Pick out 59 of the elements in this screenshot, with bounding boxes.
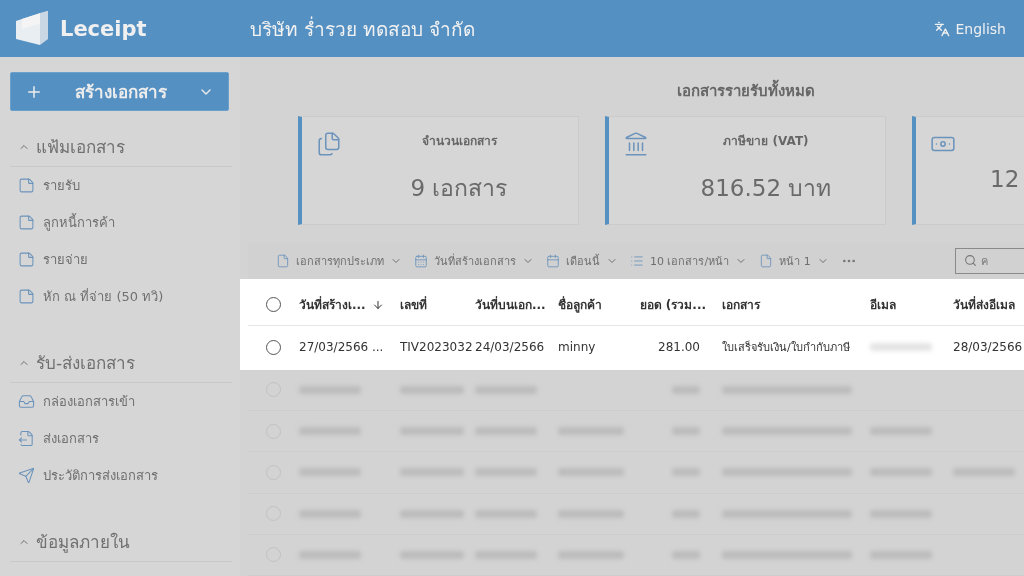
table-cell-text: 281.00: [657, 340, 701, 355]
sidebar-item[interactable]: หัก ณ ที่จ่าย (50 ทวิ): [10, 278, 164, 315]
note-icon: [18, 251, 35, 268]
calendar-icon: [414, 253, 428, 268]
logo-text: Leceipt: [60, 16, 147, 41]
list-icon: [630, 253, 644, 268]
column-header[interactable]: เอกสาร: [710, 295, 870, 315]
table-cell: 28/03/2566: [953, 340, 1024, 355]
section-header[interactable]: แฟ้มเอกสาร: [10, 133, 232, 167]
sidebar-item[interactable]: รายจ่าย: [10, 241, 88, 278]
sidebar-item[interactable]: ส่งเอกสาร: [10, 420, 99, 457]
file-out-icon: [18, 430, 35, 447]
search-placeholder: ค: [981, 253, 988, 270]
send-icon: [18, 467, 35, 484]
note-icon: [18, 214, 35, 231]
calendar-icon: [546, 253, 560, 268]
document-icon: [759, 253, 774, 268]
summary-title: เอกสารรายรับทั้งหมด: [298, 79, 1024, 103]
language-icon: [934, 20, 951, 37]
column-header[interactable]: อีเมล: [870, 295, 953, 315]
sidebar-item[interactable]: กล่องเอกสารเข้า: [10, 383, 135, 420]
document-icon: [276, 253, 290, 268]
sidebar-item[interactable]: รายรับ: [10, 167, 80, 204]
column-header[interactable]: ชื่อลูกค้า: [558, 295, 628, 315]
card-label: ภาษีขาย (VAT): [723, 133, 809, 150]
files-icon: [316, 131, 342, 157]
table-cell-text: minny: [558, 340, 597, 355]
table-cell-text: TIV2023032: [400, 340, 474, 355]
sort-arrow-icon: [371, 298, 384, 311]
table-cell-text: ใบเสร็จรับเงิน/ใบกำกับภาษี: [721, 339, 851, 357]
filter-dropdown[interactable]: วันที่สร้างเอกสาร: [414, 251, 534, 270]
search-icon: [964, 254, 977, 268]
bank-icon: [623, 131, 649, 157]
filter-dropdown[interactable]: เอกสารทุกประเภท: [276, 251, 402, 270]
note-icon: [18, 177, 35, 194]
section-header[interactable]: รับ-ส่งเอกสาร: [10, 349, 232, 383]
card-value: 12: [990, 166, 1020, 192]
sidebar-item[interactable]: ประวัติการส่งเอกสาร: [10, 457, 158, 494]
filter-dropdown[interactable]: หน้า 1: [759, 251, 829, 270]
search-field[interactable]: ค: [955, 247, 1024, 274]
filter-dropdown[interactable]: 10 เอกสาร/หน้า: [630, 251, 748, 270]
column-header[interactable]: วันที่สร้างเ...: [299, 295, 400, 315]
language-button[interactable]: English: [930, 20, 1010, 37]
table-cell-text: 24/03/2566: [475, 340, 546, 355]
column-header[interactable]: วันที่ส่งอีเมล: [953, 295, 1024, 315]
table-cell-text: 27/03/2566 ...: [299, 340, 385, 355]
column-header[interactable]: วันที่บนเอก...: [475, 295, 558, 315]
card-label: จำนวนเอกสาร: [421, 133, 497, 150]
create-document-button[interactable]: สร้างเอกสาร: [10, 72, 229, 111]
filter-dropdown[interactable]: เดือนนี้: [546, 251, 618, 270]
sidebar-item[interactable]: ลูกหนี้การค้า: [10, 204, 115, 241]
column-header[interactable]: เลขที่: [400, 295, 475, 315]
inbox-icon: [18, 393, 35, 410]
card-value: 816.52 บาท: [700, 174, 832, 203]
section-header[interactable]: ข้อมูลภายใน: [10, 528, 232, 562]
column-header[interactable]: ยอด (รวม...: [628, 295, 710, 315]
card-value: 9 เอกสาร: [410, 174, 508, 203]
company-name: บริษัท ร่ำรวย ทดสอบ จำกัด: [250, 15, 477, 42]
note-icon: [18, 288, 35, 305]
